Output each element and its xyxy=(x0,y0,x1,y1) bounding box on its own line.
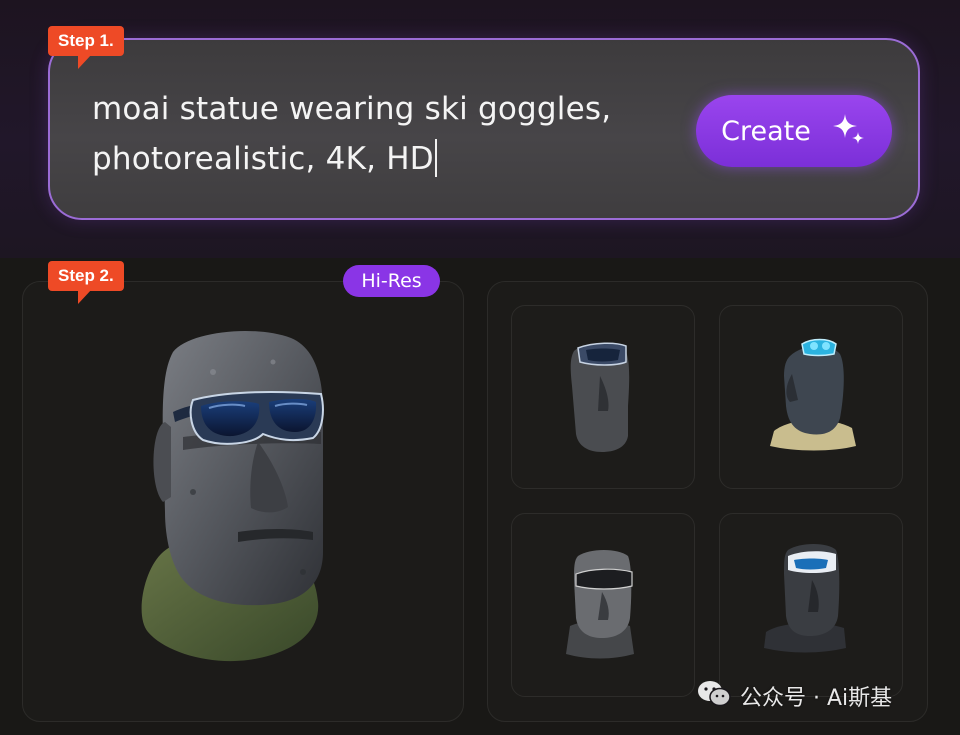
text-caret xyxy=(434,139,437,177)
variant-thumbnail-4[interactable] xyxy=(719,513,903,697)
hi-res-badge[interactable]: Hi-Res xyxy=(343,265,440,297)
create-button[interactable]: Create xyxy=(696,95,892,167)
variant-image-4 xyxy=(764,544,846,653)
main-result-panel xyxy=(22,281,464,722)
wechat-icon xyxy=(696,679,732,714)
step-2-tag-pointer xyxy=(78,289,92,304)
variant-thumbnail-3[interactable] xyxy=(511,513,695,697)
watermark-text: 公众号 · Ai斯基 xyxy=(740,686,893,711)
step-2-tag: Step 2. xyxy=(48,261,124,304)
prompt-line-1: moai statue wearing ski goggles, xyxy=(92,91,612,127)
sparkle-icon xyxy=(829,110,867,153)
prompt-input[interactable]: moai statue wearing ski goggles, photore… xyxy=(92,84,652,184)
variant-thumbnail-1[interactable] xyxy=(511,305,695,489)
hi-res-label: Hi-Res xyxy=(361,270,422,292)
create-button-label: Create xyxy=(721,115,811,147)
step-1-tag: Step 1. xyxy=(48,26,124,69)
step-1-tag-pointer xyxy=(78,54,92,69)
prompt-input-box[interactable]: moai statue wearing ski goggles, photore… xyxy=(48,38,920,220)
variant-image-3 xyxy=(566,550,634,659)
variant-image-1 xyxy=(570,342,630,452)
step-1-label: Step 1. xyxy=(58,31,114,50)
watermark: 公众号 · Ai斯基 xyxy=(696,680,892,712)
prompt-line-2: photorealistic, 4K, HD xyxy=(92,141,434,177)
variant-image-2 xyxy=(770,338,856,451)
step-2-label: Step 2. xyxy=(58,266,114,285)
variant-thumbnail-2[interactable] xyxy=(719,305,903,489)
main-result-image[interactable] xyxy=(23,282,465,723)
